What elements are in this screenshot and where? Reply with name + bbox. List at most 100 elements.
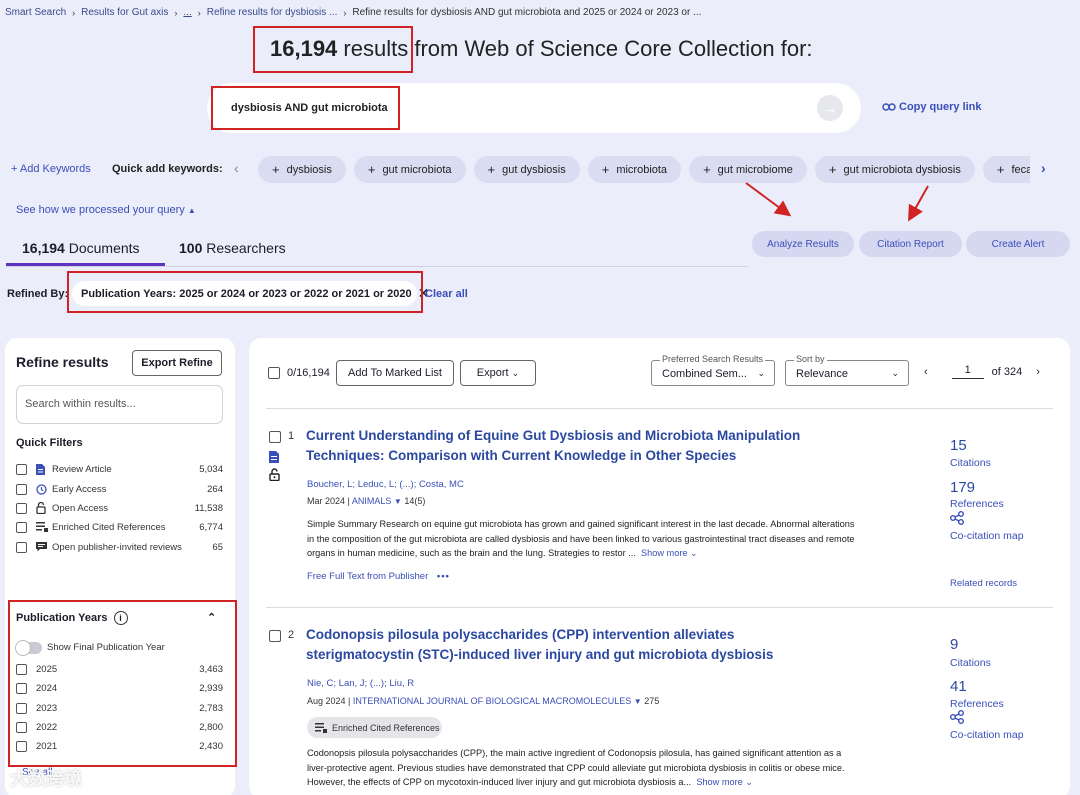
- highlight-box-years: [8, 600, 237, 767]
- keyword-chip[interactable]: + fecal: [982, 156, 1030, 183]
- page-input[interactable]: 1: [951, 364, 984, 379]
- record-issue: 275: [644, 696, 660, 706]
- checkbox[interactable]: [16, 541, 27, 553]
- clear-all-link[interactable]: Clear all: [425, 288, 468, 300]
- plus-icon: +: [996, 162, 1005, 177]
- plus-icon: +: [703, 162, 711, 177]
- create-alert-button[interactable]: Create Alert: [966, 231, 1070, 257]
- search-go-button[interactable]: →: [817, 95, 843, 121]
- show-more-link[interactable]: Show more: [696, 777, 742, 787]
- plus-icon: +: [487, 162, 496, 177]
- copy-query-label: Copy query link: [899, 101, 982, 113]
- citations-count[interactable]: 9: [950, 636, 958, 653]
- checkbox[interactable]: [16, 502, 27, 514]
- chevron-right-icon[interactable]: ›: [1036, 366, 1040, 378]
- citations-label: Citations: [950, 657, 991, 669]
- quick-filter-count: 264: [207, 483, 223, 495]
- quick-filter-label: Enriched Cited References: [52, 521, 166, 533]
- co-citation-map-link[interactable]: Co-citation map: [950, 530, 1024, 542]
- keyword-chip[interactable]: + gut microbiota: [353, 156, 466, 183]
- quick-filter-open-access[interactable]: Open Access 11,538: [16, 501, 223, 515]
- sort-by-value: Relevance: [796, 368, 848, 380]
- record-journal[interactable]: INTERNATIONAL JOURNAL OF BIOLOGICAL MACR…: [353, 696, 631, 706]
- keyword-chip[interactable]: + gut dysbiosis: [473, 156, 580, 183]
- show-more-link[interactable]: Show more: [641, 548, 687, 558]
- caret-down-icon[interactable]: ▼: [394, 497, 402, 506]
- tab-documents[interactable]: 16,194 Documents: [22, 240, 140, 256]
- sort-by-label: Sort by: [794, 354, 827, 364]
- arrow-right-icon: →: [822, 99, 838, 117]
- documents-label: Documents: [68, 240, 140, 256]
- highlight-box-query: [211, 86, 400, 130]
- more-options-icon[interactable]: •••: [437, 571, 450, 582]
- breadcrumb-item-gut-axis[interactable]: Results for Gut axis: [81, 7, 168, 18]
- related-records-link[interactable]: Related records: [950, 578, 1017, 589]
- keyword-chip[interactable]: + dysbiosis: [258, 156, 346, 183]
- checkbox[interactable]: [16, 521, 27, 533]
- record-journal[interactable]: ANIMALS: [352, 496, 392, 506]
- breadcrumb-item-smart-search[interactable]: Smart Search: [5, 7, 66, 18]
- quick-filter-review-article[interactable]: Review Article 5,034: [16, 462, 223, 476]
- search-within-input[interactable]: Search within results...: [16, 385, 223, 424]
- tab-researchers[interactable]: 100 Researchers: [179, 240, 286, 256]
- export-refine-button[interactable]: Export Refine: [132, 350, 222, 376]
- chevron-right-icon[interactable]: ›: [1041, 160, 1046, 176]
- add-to-marked-list-button[interactable]: Add To Marked List: [336, 360, 454, 386]
- refine-panel-title: Refine results: [16, 354, 109, 370]
- references-count[interactable]: 179: [950, 479, 975, 496]
- chevron-down-icon: ⌄: [511, 367, 520, 378]
- list-icon: [315, 722, 327, 733]
- watermark: 大数跨境: [10, 769, 82, 789]
- caret-down-icon[interactable]: ▼: [634, 697, 642, 706]
- quick-filter-invited-reviews[interactable]: Open publisher-invited reviews 65: [16, 540, 223, 554]
- see-how-link[interactable]: See how we processed your query ▲: [16, 204, 196, 216]
- record-checkbox[interactable]: [269, 630, 281, 642]
- record-authors[interactable]: Nie, C; Lan, J; (...); Liu, R: [307, 678, 414, 689]
- chevron-down-icon: ⌄: [742, 777, 754, 787]
- select-all[interactable]: 0/16,194: [268, 367, 330, 379]
- record-abstract: Codonopsis pilosula polysaccharides (CPP…: [307, 746, 862, 790]
- record-title[interactable]: Codonopsis pilosula polysaccharides (CPP…: [306, 625, 836, 665]
- network-icon: [950, 710, 964, 724]
- chevron-right-icon: ›: [174, 7, 178, 18]
- citations-count[interactable]: 15: [950, 437, 967, 454]
- preferred-results-select[interactable]: Preferred Search Results Combined Sem...…: [651, 354, 775, 386]
- citation-report-button[interactable]: Citation Report: [859, 231, 962, 257]
- copy-query-link[interactable]: Copy query link: [882, 101, 982, 113]
- highlight-box-count: [253, 26, 413, 73]
- breadcrumb-item-refine-dysbiosis[interactable]: Refine results for dysbiosis ...: [207, 7, 338, 18]
- record-abstract-text: Codonopsis pilosula polysaccharides (CPP…: [307, 748, 845, 787]
- researchers-count: 100: [179, 240, 203, 256]
- keyword-chip[interactable]: + microbiota: [587, 156, 682, 183]
- enriched-references-badge: Enriched Cited References: [307, 717, 442, 738]
- record-checkbox[interactable]: [269, 431, 281, 443]
- chevron-left-icon[interactable]: ‹: [924, 366, 928, 378]
- results-suffix: results from Web of Science Core Collect…: [343, 36, 813, 61]
- see-how-label: See how we processed your query: [16, 204, 185, 216]
- record-date: Aug 2024: [307, 696, 346, 706]
- checkbox[interactable]: [268, 367, 280, 379]
- keyword-chip-label: fecal: [1011, 163, 1030, 176]
- checkbox[interactable]: [16, 463, 27, 475]
- breadcrumb-item-ellipsis[interactable]: ...: [183, 7, 191, 18]
- co-citation-map-link[interactable]: Co-citation map: [950, 729, 1024, 741]
- references-count[interactable]: 41: [950, 678, 967, 695]
- export-button[interactable]: Export ⌄: [460, 360, 536, 386]
- record-authors[interactable]: Boucher, L; Leduc, L; (...); Costa, MC: [307, 479, 464, 490]
- full-text-link[interactable]: Free Full Text from Publisher •••: [307, 571, 450, 582]
- quick-filter-early-access[interactable]: Early Access 264: [16, 482, 223, 496]
- record-abstract-text: Simple Summary Research on equine gut mi…: [307, 519, 855, 558]
- network-icon: [950, 511, 964, 525]
- quick-add-label: Quick add keywords:: [112, 163, 223, 175]
- chevron-down-icon: ⌄: [757, 368, 765, 378]
- document-icon: [269, 451, 279, 463]
- record-number: 1: [288, 430, 295, 442]
- record-title[interactable]: Current Understanding of Equine Gut Dysb…: [306, 426, 826, 466]
- chevron-left-icon[interactable]: ‹: [234, 160, 239, 176]
- checkbox[interactable]: [16, 483, 27, 495]
- quick-filter-enriched[interactable]: Enriched Cited References 6,774: [16, 520, 223, 534]
- add-keywords-link[interactable]: + Add Keywords: [11, 163, 91, 175]
- analyze-results-button[interactable]: Analyze Results: [752, 231, 854, 257]
- document-icon: [36, 463, 48, 475]
- sort-by-select[interactable]: Sort by Relevance ⌄: [785, 354, 909, 386]
